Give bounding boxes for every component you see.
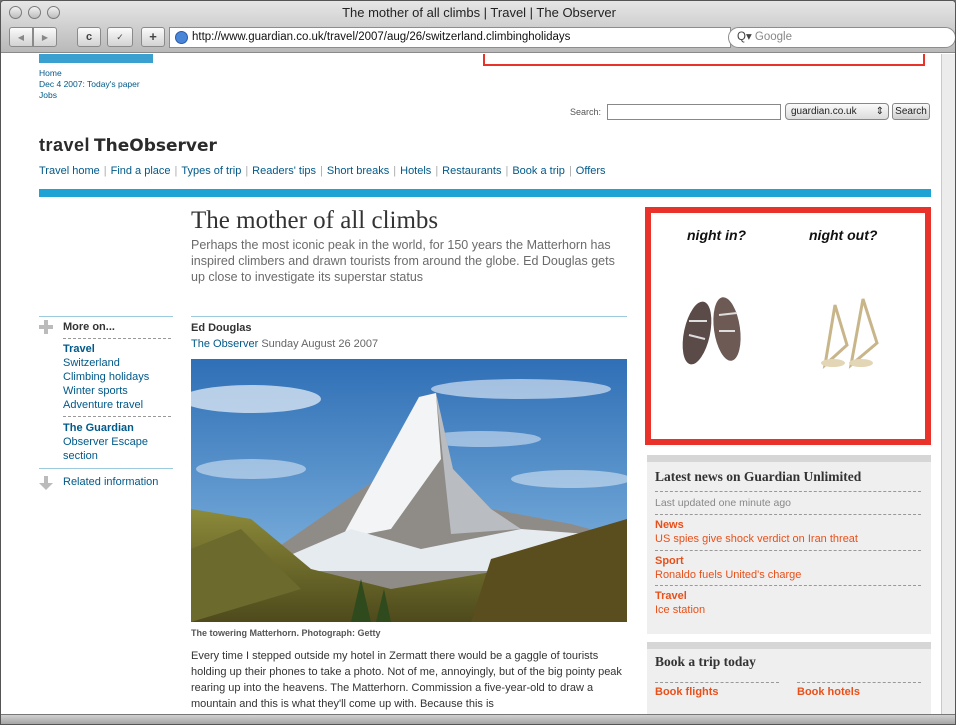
news-headline-1[interactable]: US spies give shock verdict on Iran thre… [655, 533, 858, 545]
jobs-link[interactable]: Jobs [39, 90, 57, 100]
globe-icon [175, 31, 188, 44]
book-a-trip-box: Book a trip today Book flights Book hote… [647, 642, 931, 714]
photo-caption: The towering Matterhorn. Photograph: Get… [191, 628, 381, 638]
address-bar[interactable]: http://www.guardian.co.uk/travel/2007/au… [169, 27, 731, 48]
nav-divider [39, 189, 931, 197]
forward-button[interactable]: ▶ [33, 27, 57, 47]
slippers-icon [675, 291, 755, 374]
article-headline: The mother of all climbs [191, 207, 439, 234]
heels-icon [811, 285, 891, 374]
reload-icon: c [85, 31, 93, 43]
more-on-heading: More on... [63, 321, 115, 333]
bookmark-icon: ✓ [116, 32, 124, 42]
more-on-switzerland[interactable]: Switzerland [63, 357, 120, 369]
more-on-divider [39, 316, 173, 317]
logo-section: travel [39, 135, 91, 155]
news-section-news: News [655, 519, 684, 531]
travel-observer-logo[interactable]: travel TheObserver [39, 135, 217, 156]
window-title: The mother of all climbs | Travel | The … [342, 5, 616, 20]
more-on-observer-escape[interactable]: Observer Escape section [63, 436, 148, 462]
news-section-sport: Sport [655, 555, 684, 567]
book-a-trip-heading: Book a trip today [655, 654, 756, 669]
nav-readers-tips[interactable]: Readers' tips [252, 165, 316, 177]
latest-news-heading: Latest news on Guardian Unlimited [655, 469, 862, 484]
nav-book-a-trip[interactable]: Book a trip [512, 165, 565, 177]
news-section-travel: Travel [655, 590, 687, 602]
nav-find-a-place[interactable]: Find a place [111, 165, 171, 177]
bookmarks-button[interactable]: ✓ [107, 27, 133, 47]
plus-icon [39, 320, 53, 334]
todays-paper-link[interactable]: Dec 4 2007: Today's paper [39, 79, 140, 89]
add-bookmark-button[interactable]: + [141, 27, 165, 47]
top-links: Home Dec 4 2007: Today's paper Jobs [39, 68, 140, 101]
last-updated: Last updated one minute ago [655, 497, 792, 509]
reload-button[interactable]: c [77, 27, 101, 47]
site-search-button[interactable]: Search [892, 103, 930, 120]
back-button[interactable]: ◀ [9, 27, 33, 47]
search-magnifier-icon: Q▾ [737, 31, 752, 43]
search-field[interactable]: Q▾ Google [728, 27, 955, 48]
more-on-climbing-holidays[interactable]: Climbing holidays [63, 371, 149, 383]
matterhorn-photo [191, 359, 627, 622]
news-headline-2[interactable]: Ronaldo fuels United's charge [655, 569, 801, 581]
forward-arrow-icon: ▶ [41, 33, 49, 42]
latest-news-box: Latest news on Guardian Unlimited Last u… [647, 455, 931, 634]
more-on-group-travel[interactable]: Travel [63, 343, 95, 355]
more-on-winter-sports[interactable]: Winter sports [63, 385, 128, 397]
window-bottom-bar [1, 714, 955, 724]
article-standfirst: Perhaps the most iconic peak in the worl… [191, 238, 615, 284]
article-body: Every time I stepped outside my hotel in… [191, 650, 622, 710]
url-text: http://www.guardian.co.uk/travel/2007/au… [192, 31, 571, 43]
top-blue-tab [39, 54, 153, 63]
nav-short-breaks[interactable]: Short breaks [327, 165, 389, 177]
news-headline-3[interactable]: Ice station [655, 604, 705, 616]
night-in-night-out-ad[interactable]: night in? night out? [645, 207, 931, 445]
nav-types-of-trip[interactable]: Types of trip [181, 165, 241, 177]
publication-link[interactable]: The Observer [191, 338, 258, 350]
search-scope-select[interactable]: guardian.co.uk ⇕ [785, 103, 889, 120]
section-nav: Travel home | Find a place | Types of trip | R… [39, 165, 606, 177]
logo-paper: TheObserver [94, 136, 217, 156]
title-bar: The mother of all climbs | Travel | The … [1, 1, 955, 53]
article-date: Sunday August 26 2007 [261, 338, 379, 350]
search-placeholder: Google [754, 31, 793, 43]
plus-icon: + [149, 29, 157, 44]
byline-author: Ed Douglas [191, 322, 252, 334]
more-on-group-guardian[interactable]: The Guardian [63, 422, 134, 434]
back-arrow-icon: ◀ [17, 33, 25, 42]
ad-right-text: night out? [809, 227, 878, 243]
nav-travel-home[interactable]: Travel home [39, 165, 100, 177]
related-information-link[interactable]: Related information [63, 476, 158, 488]
nav-offers[interactable]: Offers [576, 165, 606, 177]
search-label: Search: [570, 107, 602, 117]
nav-hotels[interactable]: Hotels [400, 165, 431, 177]
select-arrows-icon: ⇕ [875, 106, 884, 117]
home-link[interactable]: Home [39, 68, 62, 78]
search-scope-value: guardian.co.uk [791, 106, 857, 117]
dateline: The Observer Sunday August 26 2007 [191, 338, 378, 350]
site-search-input[interactable] [607, 104, 781, 120]
byline-divider [191, 316, 627, 317]
web-page: Home Dec 4 2007: Today's paper Jobs Sear… [1, 54, 955, 714]
vertical-scrollbar[interactable] [941, 54, 955, 714]
down-arrow-icon [39, 476, 53, 490]
book-flights-link[interactable]: Book flights [655, 686, 719, 698]
nav-restaurants[interactable]: Restaurants [442, 165, 501, 177]
browser-window: The mother of all climbs | Travel | The … [0, 0, 956, 725]
top-banner-ad[interactable] [483, 54, 925, 66]
book-hotels-link[interactable]: Book hotels [797, 686, 860, 698]
ad-left-text: night in? [687, 227, 747, 243]
more-on-adventure-travel[interactable]: Adventure travel [63, 399, 143, 411]
